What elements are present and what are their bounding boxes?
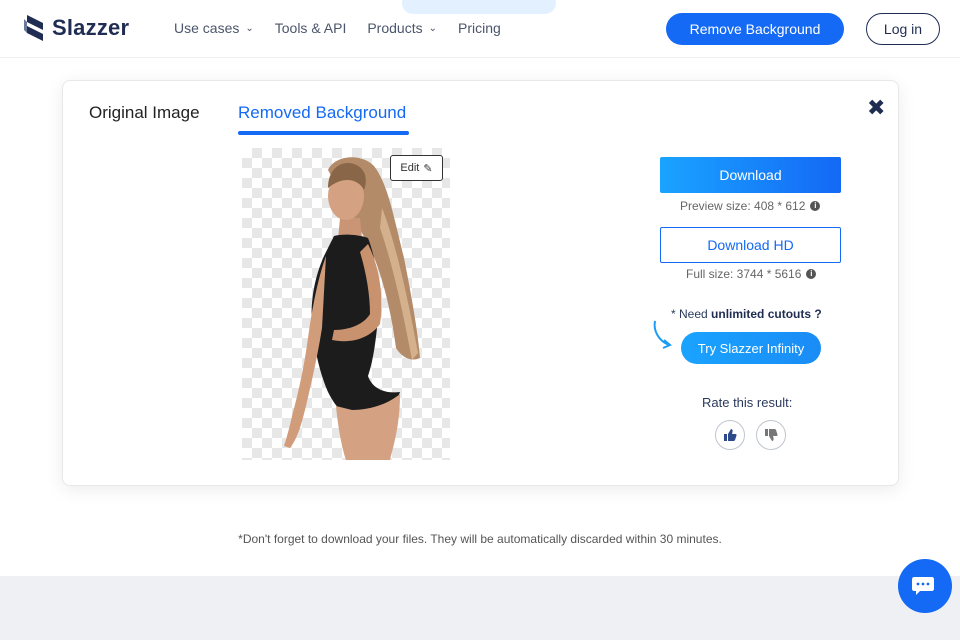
- need-prefix: * Need: [671, 307, 708, 321]
- info-icon[interactable]: i: [806, 269, 817, 279]
- pencil-icon: ✎: [423, 162, 433, 175]
- nav-label: Products: [367, 20, 423, 36]
- discard-notice: *Don't forget to download your files. Th…: [238, 532, 722, 546]
- download-button[interactable]: Download: [660, 157, 841, 193]
- result-modal: Original Image Removed Background ✖ Edit…: [62, 80, 899, 486]
- nav-label: Pricing: [457, 20, 501, 36]
- download-hd-button[interactable]: Download HD: [660, 227, 841, 263]
- nav-label: Tools & API: [274, 20, 347, 36]
- edit-button[interactable]: Edit ✎: [390, 155, 443, 181]
- nav-pricing[interactable]: Pricing: [458, 20, 501, 36]
- full-size-value: Full size: 3744 * 5616: [686, 267, 802, 281]
- thumbs-down-icon[interactable]: [756, 420, 786, 450]
- tab-original-image[interactable]: Original Image: [89, 103, 200, 123]
- main-nav: Use cases ⌄ Tools & API Products ⌄ Prici…: [174, 20, 522, 36]
- login-button[interactable]: Log in: [866, 13, 940, 45]
- rate-result-label: Rate this result:: [702, 395, 793, 410]
- site-header: Slazzer Use cases ⌄ Tools & API Products…: [0, 0, 960, 58]
- need-bold: unlimited cutouts ?: [711, 307, 822, 321]
- remove-background-button[interactable]: Remove Background: [666, 13, 844, 45]
- chevron-down-icon: ⌄: [245, 22, 254, 34]
- top-decor: [402, 0, 556, 14]
- preview-size-value: Preview size: 408 * 612: [680, 199, 806, 213]
- footer-band: [0, 576, 960, 640]
- nav-use-cases[interactable]: Use cases ⌄: [174, 20, 254, 36]
- try-slazzer-infinity-button[interactable]: Try Slazzer Infinity: [681, 332, 821, 364]
- need-unlimited-text: * Need unlimited cutouts ?: [671, 307, 822, 321]
- tab-removed-background[interactable]: Removed Background: [238, 103, 406, 123]
- thumbs-up-icon[interactable]: [715, 420, 745, 450]
- full-size-text: Full size: 3744 * 5616 i: [686, 267, 817, 281]
- edit-label: Edit: [400, 162, 420, 174]
- chat-icon[interactable]: [898, 559, 952, 613]
- nav-label: Use cases: [174, 20, 240, 36]
- close-icon[interactable]: ✖: [867, 95, 885, 121]
- brand-logo[interactable]: Slazzer: [22, 13, 129, 43]
- brand-name: Slazzer: [52, 15, 130, 40]
- info-icon[interactable]: i: [810, 201, 821, 211]
- nav-products[interactable]: Products ⌄: [367, 20, 437, 36]
- chevron-down-icon: ⌄: [428, 22, 437, 34]
- preview-size-text: Preview size: 408 * 612 i: [680, 199, 821, 213]
- nav-tools-api[interactable]: Tools & API: [275, 20, 347, 36]
- active-tab-indicator: [238, 131, 409, 135]
- slazzer-logo-icon: [24, 15, 43, 41]
- person-cutout-image: [284, 157, 420, 460]
- result-preview-image: [242, 148, 450, 460]
- curved-arrow-icon: [653, 320, 672, 349]
